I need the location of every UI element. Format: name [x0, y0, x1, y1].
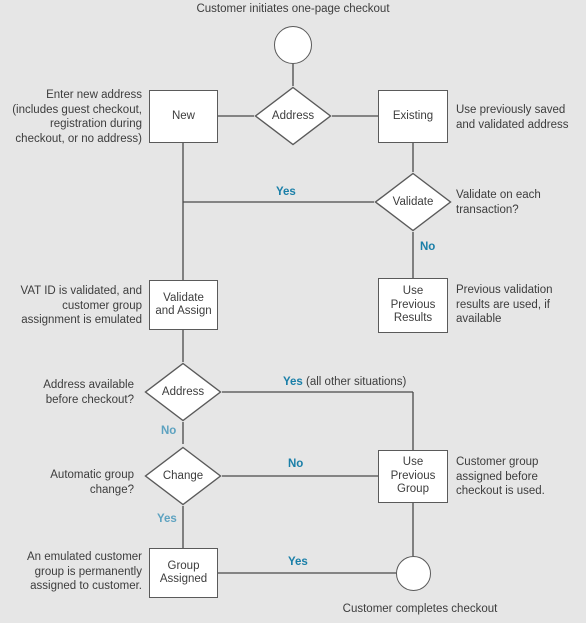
node-existing-label: Existing — [392, 109, 434, 122]
decision-validate: Validate — [374, 172, 452, 232]
diagram-footer: Customer completes checkout — [342, 603, 498, 615]
edge-label-address2-yes-text: Yes — [283, 376, 303, 388]
node-group-assigned-line1: Group — [167, 559, 200, 572]
node-use-previous-results: Use Previous Results — [378, 278, 448, 333]
note-address-2: Address available before checkout? — [43, 379, 134, 406]
decision-address-1: Address — [254, 86, 332, 146]
node-validate-and-assign-line1: Validate — [163, 291, 204, 304]
decision-address-2: Address — [144, 362, 222, 422]
node-existing: Existing — [378, 90, 448, 143]
node-group-assigned: Group Assigned — [149, 548, 218, 598]
node-use-previous-group-line2: Previous — [390, 469, 436, 482]
edge-label-change-no: No — [288, 458, 304, 470]
end-node — [396, 556, 431, 591]
start-node — [274, 26, 312, 64]
decision-validate-label: Validate — [392, 196, 434, 208]
note-use-previous-group: Customer group assigned before checkout … — [456, 456, 545, 497]
node-new: New — [149, 90, 218, 143]
node-use-previous-results-line1: Use — [402, 285, 424, 298]
decision-change-label: Change — [162, 470, 204, 482]
note-validate-and-assign: VAT ID is validated, and customer group … — [20, 285, 142, 326]
note-existing: Use previously saved and validated addre… — [456, 104, 569, 131]
note-group-assigned: An emulated customer group is permanentl… — [26, 551, 142, 592]
node-use-previous-results-line2: Previous — [390, 298, 436, 311]
flowchart-canvas: Customer initiates one-page checkout Add… — [0, 0, 586, 623]
edge-label-group-assigned-yes: Yes — [288, 556, 308, 568]
edge-label-address2-yes-suffix: (all other situations) — [302, 376, 407, 388]
node-use-previous-results-line3: Results — [393, 312, 433, 325]
node-use-previous-group-line1: Use — [402, 456, 424, 469]
decision-address-1-label: Address — [271, 110, 315, 122]
diagram-title: Customer initiates one-page checkout — [196, 3, 390, 15]
node-use-previous-group-line3: Group — [397, 483, 429, 496]
note-validate: Validate on each transaction? — [456, 189, 541, 216]
edge-label-address2-no: No — [161, 425, 177, 437]
edge-label-address2-yes: Yes (all other situations) — [283, 376, 406, 388]
node-validate-and-assign: Validate and Assign — [149, 280, 218, 330]
edge-label-change-yes: Yes — [157, 513, 177, 525]
note-change: Automatic group change? — [50, 469, 134, 496]
node-new-label: New — [171, 109, 195, 122]
note-new: Enter new address (includes guest checko… — [12, 89, 142, 145]
edge-label-validate-no: No — [420, 241, 436, 253]
decision-address-2-label: Address — [161, 386, 205, 398]
note-use-previous-results: Previous validation results are used, if… — [456, 284, 553, 325]
node-validate-and-assign-line2: and Assign — [155, 305, 212, 317]
decision-change: Change — [144, 446, 222, 506]
node-group-assigned-line2: Assigned — [159, 573, 208, 585]
edge-label-validate-yes: Yes — [276, 186, 296, 198]
node-use-previous-group: Use Previous Group — [378, 450, 448, 503]
